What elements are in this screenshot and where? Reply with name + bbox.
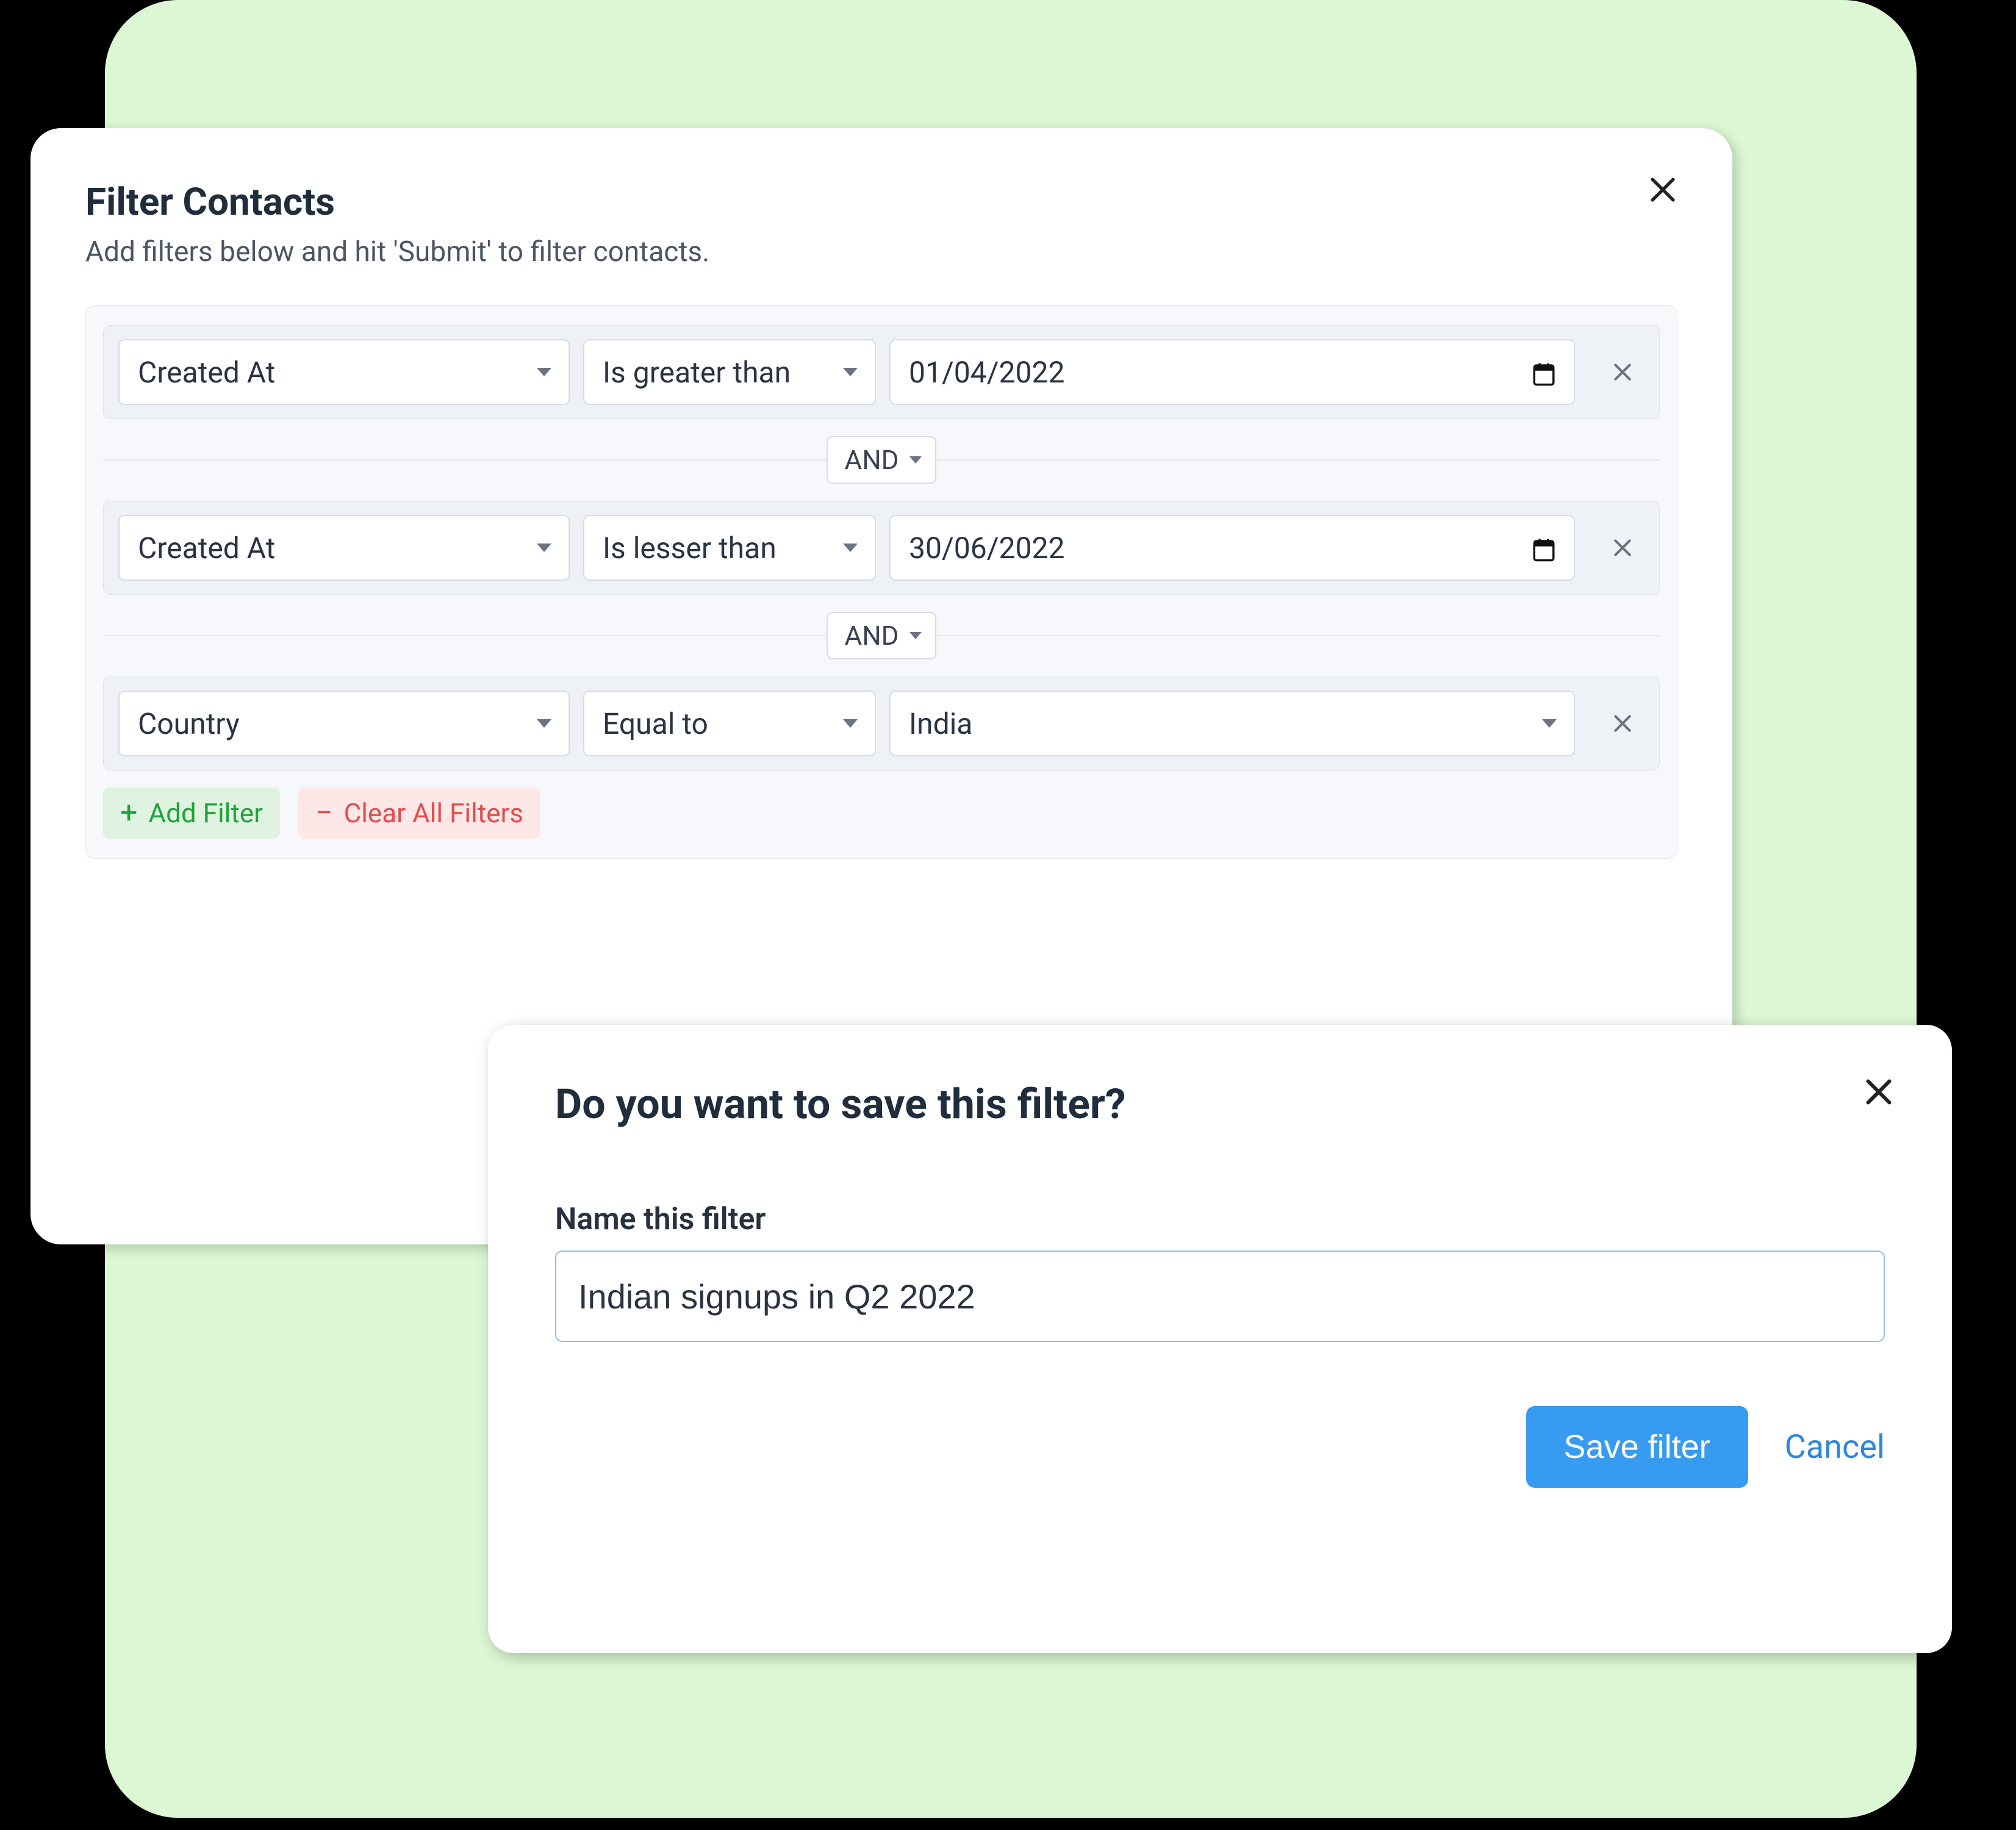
operator-value: Is lesser than: [603, 531, 777, 565]
remove-row-icon[interactable]: [1601, 350, 1645, 394]
add-filter-button[interactable]: + Add Filter: [103, 788, 280, 839]
remove-row-icon[interactable]: [1601, 702, 1645, 745]
save-filter-modal: Do you want to save this filter? Name th…: [488, 1025, 1952, 1653]
connector-label: AND: [845, 620, 899, 651]
name-filter-label: Name this filter: [555, 1202, 1885, 1237]
field-value: Created At: [138, 531, 275, 565]
clear-filters-button[interactable]: − Clear All Filters: [298, 788, 540, 839]
chevron-down-icon: [843, 544, 858, 552]
field-select[interactable]: Created At: [118, 515, 570, 581]
field-value: Created At: [138, 355, 275, 390]
field-select[interactable]: Country: [118, 691, 570, 756]
close-icon[interactable]: [1860, 1074, 1897, 1110]
chevron-down-icon: [537, 544, 551, 552]
panel-subtitle: Add filters below and hit 'Submit' to fi…: [85, 235, 1677, 268]
operator-value: Equal to: [603, 706, 708, 741]
calendar-icon: [1531, 535, 1557, 561]
chevron-down-icon: [537, 719, 551, 728]
chevron-down-icon: [909, 632, 922, 639]
chevron-down-icon: [843, 368, 858, 376]
minus-icon: −: [315, 798, 333, 828]
connector: AND: [103, 612, 1660, 659]
save-actions: Save filter Cancel: [555, 1406, 1885, 1488]
close-icon[interactable]: [1645, 172, 1681, 207]
remove-row-icon[interactable]: [1601, 526, 1645, 570]
chevron-down-icon: [1542, 719, 1557, 728]
filter-row: Created At Is greater than 01/04/2022: [103, 325, 1660, 419]
add-filter-label: Add Filter: [148, 797, 263, 829]
value-text: India: [909, 706, 972, 741]
chevron-down-icon: [537, 368, 551, 376]
filters-actions: + Add Filter − Clear All Filters: [103, 788, 1660, 839]
filter-name-input[interactable]: [555, 1250, 1885, 1342]
calendar-icon: [1531, 359, 1557, 385]
save-modal-title: Do you want to save this filter?: [555, 1080, 1885, 1128]
plus-icon: +: [120, 798, 137, 828]
operator-select[interactable]: Is greater than: [583, 339, 876, 405]
clear-filters-label: Clear All Filters: [344, 797, 524, 829]
value-input[interactable]: 30/06/2022: [889, 515, 1575, 581]
field-value: Country: [138, 706, 240, 741]
value-select[interactable]: India: [889, 691, 1575, 756]
field-select[interactable]: Created At: [118, 339, 570, 405]
save-filter-button[interactable]: Save filter: [1526, 1406, 1748, 1488]
connector-line: [936, 459, 1660, 461]
connector-line: [936, 635, 1660, 636]
operator-select[interactable]: Equal to: [583, 691, 876, 756]
filter-row: Country Equal to India: [103, 676, 1660, 770]
connector-select[interactable]: AND: [827, 436, 937, 484]
operator-value: Is greater than: [603, 355, 791, 390]
filter-row: Created At Is lesser than 30/06/2022: [103, 501, 1660, 595]
connector-label: AND: [845, 444, 899, 476]
value-text: 01/04/2022: [909, 355, 1064, 390]
connector-line: [103, 635, 827, 636]
chevron-down-icon: [909, 456, 922, 464]
connector: AND: [103, 436, 1660, 484]
value-text: 30/06/2022: [909, 531, 1064, 565]
value-input[interactable]: 01/04/2022: [889, 339, 1575, 405]
chevron-down-icon: [843, 719, 858, 728]
operator-select[interactable]: Is lesser than: [583, 515, 876, 581]
connector-select[interactable]: AND: [827, 612, 937, 659]
cancel-link[interactable]: Cancel: [1785, 1428, 1885, 1466]
filters-container: Created At Is greater than 01/04/2022 AN…: [85, 305, 1677, 859]
connector-line: [103, 459, 827, 461]
panel-title: Filter Contacts: [85, 180, 1677, 224]
